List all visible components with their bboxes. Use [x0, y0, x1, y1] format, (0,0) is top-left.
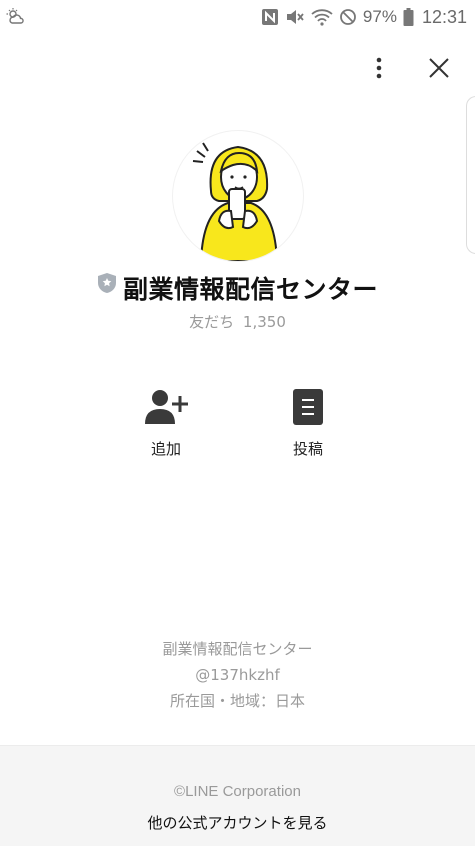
- cloud-sun-icon: [6, 8, 24, 24]
- nfc-icon: [261, 9, 278, 25]
- friends-number: 1,350: [242, 313, 286, 331]
- post-icon: [293, 389, 323, 425]
- add-friend-icon: [145, 390, 188, 424]
- avatar[interactable]: [172, 130, 304, 262]
- wifi-icon: [311, 9, 333, 26]
- post-button[interactable]: 投稿: [268, 388, 348, 459]
- friends-label: 友だち: [189, 313, 235, 331]
- footer: ©LINE Corporation 他の公式アカウントを見る: [0, 745, 475, 846]
- add-friend-label: 追加: [150, 440, 181, 458]
- dnd-icon: [340, 9, 356, 25]
- add-friend-button[interactable]: 追加: [126, 388, 206, 459]
- shield-badge-icon: [97, 273, 116, 293]
- battery-percentage: 97%: [362, 7, 397, 26]
- account-name: 副業情報配信センター: [122, 275, 378, 304]
- friends-count: 友だち 1,350: [0, 311, 475, 332]
- side-panel-handle[interactable]: [466, 96, 475, 254]
- close-icon[interactable]: [425, 54, 453, 82]
- account-info: 副業情報配信センター @137hkzhf 所在国・地域：日本: [0, 636, 475, 714]
- profile-name-row: 副業情報配信センター: [0, 270, 475, 306]
- header-actions: [365, 54, 453, 82]
- clock: 12:31: [421, 6, 467, 27]
- battery-icon: [403, 8, 414, 26]
- info-id: @137hkzhf: [195, 666, 280, 684]
- other-accounts-link[interactable]: 他の公式アカウントを見る: [0, 812, 475, 833]
- status-bar: 97% 12:31: [0, 0, 475, 34]
- copyright: ©LINE Corporation: [174, 783, 301, 800]
- mute-icon: [286, 10, 304, 24]
- info-name: 副業情報配信センター: [162, 640, 313, 658]
- info-region: 所在国・地域：日本: [169, 692, 305, 710]
- post-label: 投稿: [292, 440, 323, 458]
- more-vertical-icon[interactable]: [365, 54, 393, 82]
